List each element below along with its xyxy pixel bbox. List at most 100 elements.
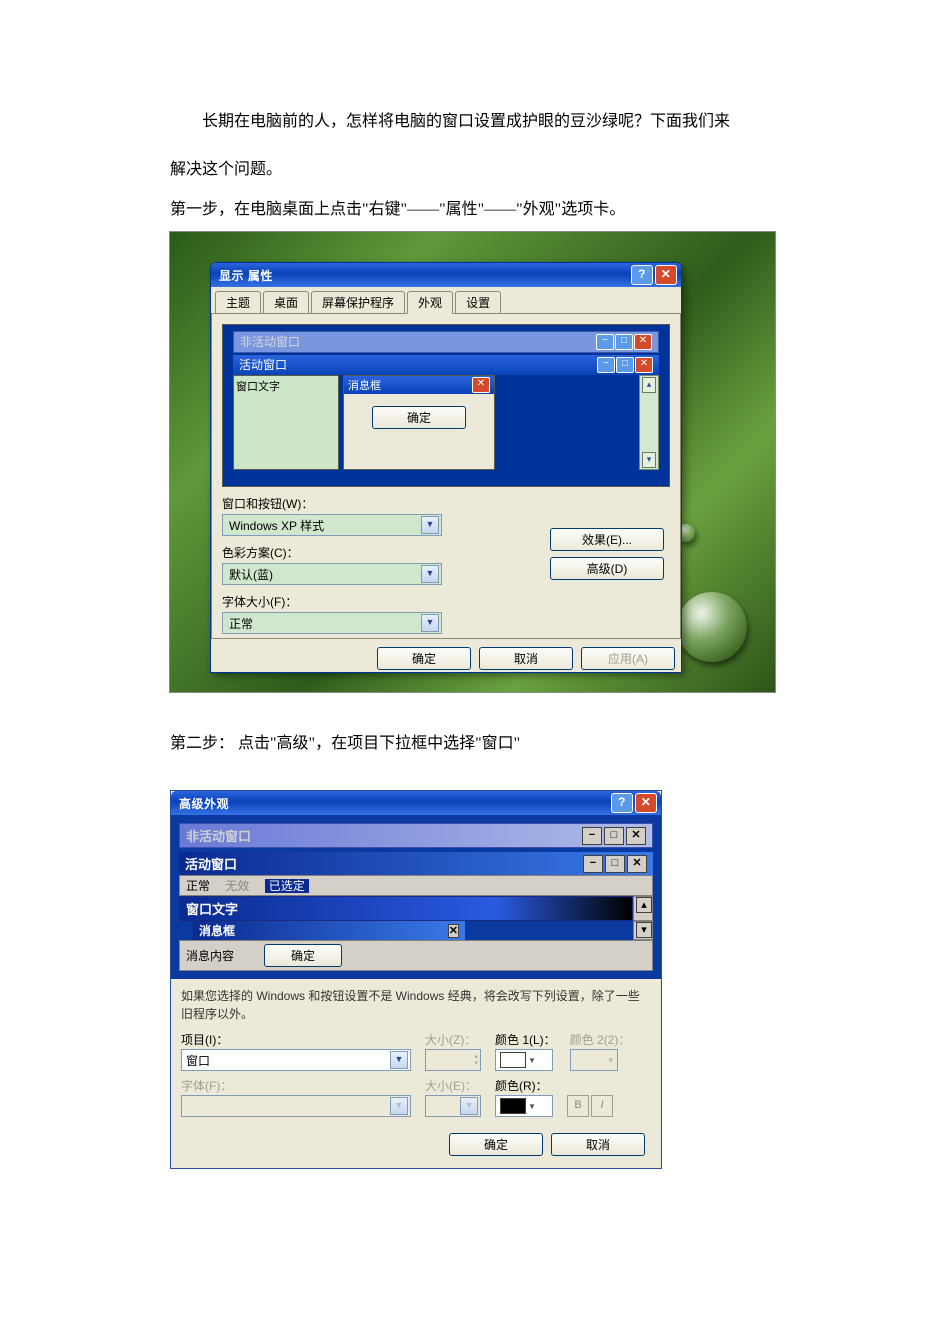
maximize-icon: □ [604, 827, 624, 845]
ok-button[interactable]: 确定 [449, 1133, 543, 1156]
combo-item[interactable]: 窗口 ▼ [181, 1049, 411, 1071]
combo-value: Windows XP 样式 [229, 517, 417, 534]
combo-font: ▼ [181, 1095, 411, 1117]
row-font: 字体(F)： ▼ 大小(E)： ▼ 颜色(R)： [181, 1077, 651, 1117]
tab-settings[interactable]: 设置 [455, 291, 501, 314]
chevron-down-icon: ▼ [528, 1102, 536, 1111]
advanced-preview: 非活动窗口 − □ ✕ 活动窗口 − □ ✕ 正常 无效 已选定 [171, 815, 661, 979]
chevron-down-icon: ▼ [421, 516, 439, 534]
preview-msgbox-body: 确定 [344, 394, 494, 437]
advanced-button[interactable]: 高级(D) [550, 557, 664, 580]
chevron-down-icon: ▼ [390, 1051, 408, 1069]
chevron-down-icon: ▼ [607, 1056, 615, 1065]
dialog-titlebar[interactable]: 显示 属性 ? ✕ [211, 263, 681, 287]
preview-active-titlebar: 活动窗口 − □ ✕ [179, 852, 653, 875]
label-size-e: 大小(E)： [425, 1077, 481, 1094]
preview-msg-content: 消息内容 [186, 947, 234, 964]
color-swatch [500, 1098, 526, 1114]
dialog-button-row: 确定 取消 [181, 1119, 651, 1158]
italic-button: I [591, 1095, 613, 1117]
effects-button[interactable]: 效果(E)... [550, 528, 664, 551]
document-page: 长期在电脑前的人，怎样将电脑的窗口设置成护眼的豆沙绿呢？下面我们来 解决这个问题… [0, 0, 945, 1229]
combo-font-size[interactable]: 正常 ▼ [222, 612, 442, 634]
cancel-button[interactable]: 取消 [479, 647, 573, 670]
preview-inactive-window: 非活动窗口 − □ ✕ [233, 331, 659, 353]
scroll-down-icon: ▾ [642, 452, 656, 468]
chevron-down-icon: ▼ [390, 1097, 408, 1115]
ok-button[interactable]: 确定 [377, 647, 471, 670]
preview-msgbox-label: 消息框 [199, 922, 235, 939]
menu-item-normal: 正常 [186, 879, 210, 893]
tab-theme[interactable]: 主题 [215, 291, 261, 314]
preview-inactive-label: 非活动窗口 [186, 826, 251, 845]
scroll-up-icon: ▴ [636, 897, 652, 913]
preview-msgbox-title: 消息框 ✕ [344, 376, 494, 394]
combo-windows-and-buttons[interactable]: Windows XP 样式 ▼ [222, 514, 442, 536]
tab-appearance[interactable]: 外观 [407, 291, 453, 314]
combo-value: 窗口 [186, 1052, 386, 1069]
dialog-titlebar[interactable]: 高级外观 ? ✕ [171, 791, 661, 815]
help-button[interactable]: ? [631, 265, 653, 285]
preview-menu-bar: 正常 无效 已选定 [179, 875, 653, 896]
minimize-icon: − [596, 334, 614, 350]
tab-page-appearance: 非活动窗口 − □ ✕ 活动窗口 − □ ✕ [211, 313, 681, 639]
dialog-button-row: 确定 取消 应用(A) [211, 639, 681, 672]
appearance-preview: 非活动窗口 − □ ✕ 活动窗口 − □ ✕ [222, 324, 670, 487]
close-icon: ✕ [627, 855, 647, 873]
spinner-down-icon: ▾ [474, 1060, 478, 1067]
dialog-title: 显示 属性 [219, 267, 273, 284]
close-icon: ✕ [635, 357, 653, 373]
preview-inactive-label: 非活动窗口 [240, 332, 300, 352]
intro-line-2: 解决这个问题。 [170, 154, 775, 186]
preview-active-titlebar: 活动窗口 − □ ✕ [233, 355, 659, 375]
preview-window-text-label: 窗口文字 [186, 899, 238, 918]
preview-msgbox-title: 消息框 ✕ [193, 921, 465, 940]
label-item: 项目(I)： [181, 1031, 411, 1048]
maximize-icon: □ [605, 855, 625, 873]
minimize-icon: − [597, 357, 615, 373]
close-icon: ✕ [634, 334, 652, 350]
apply-button[interactable]: 应用(A) [581, 647, 675, 670]
close-button[interactable]: ✕ [655, 265, 677, 285]
color-picker-r[interactable]: ▼ [495, 1095, 553, 1117]
preview-ok-button: 确定 [264, 944, 342, 967]
label-color-r: 颜色(R)： [495, 1077, 553, 1094]
color-swatch [500, 1052, 526, 1068]
preview-scrollbar: ▾ [633, 921, 653, 940]
combo-value: 默认(蓝) [229, 566, 417, 583]
combo-size-e: ▼ [425, 1095, 481, 1117]
close-icon: ✕ [472, 377, 490, 393]
label-font-size: 字体大小(F)： [222, 593, 670, 610]
water-drop-decoration [677, 592, 747, 662]
preview-active-body: 窗口文字 消息框 ✕ 确定 ▴ [233, 375, 659, 470]
color-picker-1[interactable]: ▼ [495, 1049, 553, 1071]
label-windows-and-buttons: 窗口和按钮(W)： [222, 495, 670, 512]
preview-window-text-label: 窗口文字 [236, 381, 280, 393]
preview-window-text-title: 窗口文字 [179, 896, 633, 921]
tab-desktop[interactable]: 桌面 [263, 291, 309, 314]
label-color-1: 颜色 1(L)： [495, 1031, 556, 1048]
menu-item-selected: 已选定 [265, 879, 309, 893]
label-color-2: 颜色 2(2)： [570, 1031, 631, 1048]
cancel-button[interactable]: 取消 [551, 1133, 645, 1156]
close-icon: ✕ [626, 827, 646, 845]
tab-screensaver[interactable]: 屏幕保护程序 [311, 291, 405, 314]
help-button[interactable]: ? [611, 793, 633, 813]
hint-text: 如果您选择的 Windows 和按钮设置不是 Windows 经典，将会改写下列… [181, 987, 651, 1023]
color-picker-2: ▼ [570, 1049, 618, 1071]
combo-value: 正常 [229, 615, 417, 632]
close-button[interactable]: ✕ [635, 793, 657, 813]
label-size-z: 大小(Z)： [425, 1031, 481, 1048]
chevron-down-icon: ▼ [421, 614, 439, 632]
combo-color-scheme[interactable]: 默认(蓝) ▼ [222, 563, 442, 585]
chevron-down-icon: ▼ [528, 1056, 536, 1065]
row-item: 项目(I)： 窗口 ▼ 大小(Z)： ▴ ▾ [181, 1031, 651, 1071]
preview-ok-button: 确定 [372, 406, 466, 429]
preview-message-box: 消息框 ✕ 确定 [343, 375, 495, 470]
side-buttons: 效果(E)... 高级(D) [550, 528, 664, 580]
label-font: 字体(F)： [181, 1077, 411, 1094]
close-icon: ✕ [448, 924, 459, 938]
preview-active-label: 活动窗口 [239, 355, 287, 375]
spinner-size-z: ▴ ▾ [425, 1049, 481, 1071]
bold-button: B [567, 1095, 589, 1117]
